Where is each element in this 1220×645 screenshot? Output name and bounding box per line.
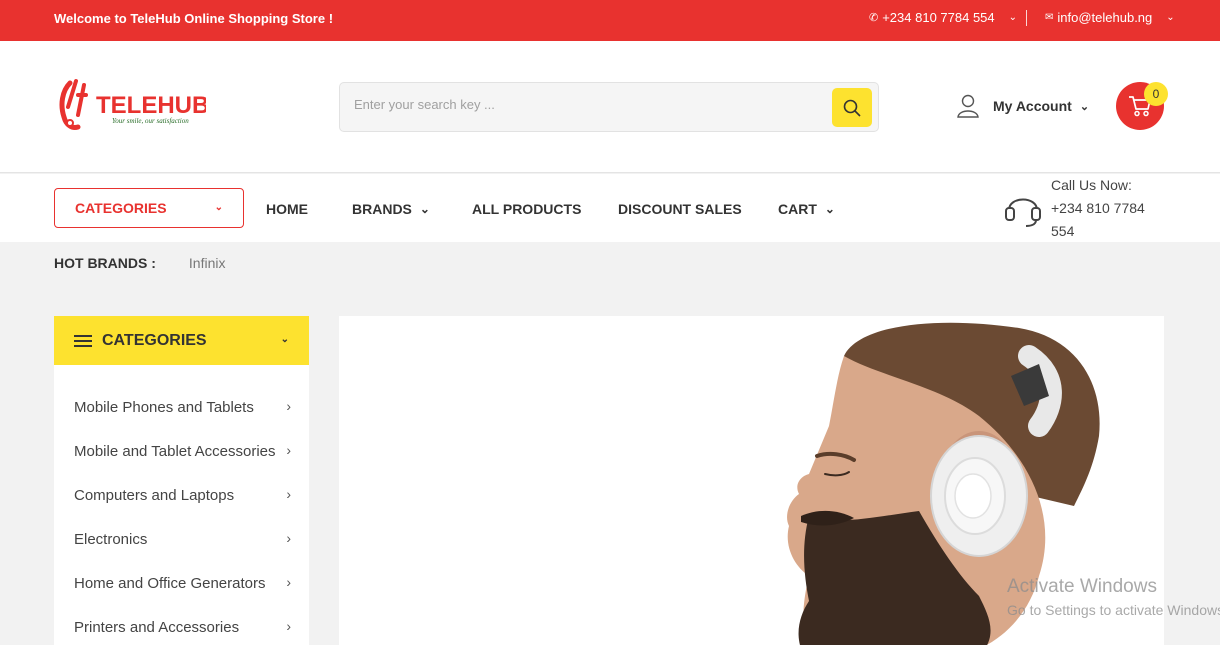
chevron-down-icon: ⌄ — [214, 202, 223, 213]
category-label: Computers and Laptops — [74, 486, 235, 504]
categories-dropdown-label: CATEGORIES — [75, 200, 167, 216]
chevron-down-icon: ⌄ — [280, 334, 289, 345]
email-address: info@telehub.ng — [1057, 10, 1153, 25]
category-item[interactable]: Electronics › — [54, 517, 309, 561]
top-bar: Welcome to TeleHub Online Shopping Store… — [0, 0, 1220, 41]
sidebar-header[interactable]: CATEGORIES ⌄ — [54, 316, 309, 365]
nav-cart-label: CART — [778, 201, 817, 217]
nav-all-products[interactable]: ALL PRODUCTS — [472, 201, 581, 217]
menu-icon — [74, 334, 92, 347]
chevron-right-icon: › — [286, 618, 291, 634]
category-label: Mobile and Tablet Accessories — [74, 442, 276, 460]
nav-discount-sales[interactable]: DISCOUNT SALES — [618, 201, 742, 217]
header: TELEHUB Your smile, our satisfaction My … — [0, 41, 1220, 173]
phone-icon: ✆ — [869, 12, 879, 24]
nav-brands-label: BRANDS — [352, 201, 412, 217]
user-icon — [957, 94, 979, 118]
nav-all-products-label: ALL PRODUCTS — [472, 201, 582, 217]
call-us-label: Call Us Now: — [1051, 177, 1132, 193]
categories-sidebar: CATEGORIES ⌄ Mobile Phones and Tablets › … — [54, 316, 309, 645]
chevron-right-icon: › — [286, 530, 291, 546]
category-item[interactable]: Mobile and Tablet Accessories › — [54, 429, 309, 473]
call-us-number[interactable]: +234 810 7784 554 — [1051, 197, 1161, 243]
logo-tagline: Your smile, our satisfaction — [112, 117, 189, 125]
chevron-down-icon: ⌄ — [1008, 12, 1018, 23]
nav-home-label: HOME — [266, 201, 308, 217]
divider — [1026, 10, 1027, 26]
category-item[interactable]: Mobile Phones and Tablets › — [54, 385, 309, 429]
search-bar — [339, 82, 879, 132]
chevron-right-icon: › — [286, 574, 291, 590]
hot-brands-label: HOT BRANDS : — [54, 255, 156, 271]
welcome-text: Welcome to TeleHub Online Shopping Store… — [54, 11, 334, 26]
search-button[interactable] — [832, 88, 872, 127]
chevron-down-icon: ⌄ — [1166, 12, 1175, 23]
phone-dropdown[interactable]: ✆ +234 810 7784 554 ⌄ — [869, 10, 1017, 25]
categories-dropdown[interactable]: CATEGORIES ⌄ — [54, 188, 244, 228]
logo-text: TELEHUB — [96, 92, 206, 119]
category-label: Printers and Accessories — [74, 618, 240, 636]
search-input[interactable] — [354, 97, 814, 112]
category-item[interactable]: Home and Office Generators › — [54, 561, 309, 605]
hot-brands: HOT BRANDS : Infinix — [54, 255, 225, 271]
main-nav: CATEGORIES ⌄ HOME BRANDS ⌄ ALL PRODUCTS … — [0, 174, 1220, 242]
activate-windows-watermark: Activate Windows Go to Settings to activ… — [1007, 576, 1220, 618]
category-label: Electronics — [74, 530, 148, 548]
nav-cart[interactable]: CART ⌄ — [778, 201, 835, 217]
headset-icon — [1005, 198, 1041, 227]
chevron-down-icon: ⌄ — [1079, 100, 1090, 113]
chevron-right-icon: › — [286, 486, 291, 502]
category-label: Mobile Phones and Tablets — [74, 398, 254, 416]
chevron-right-icon: › — [286, 398, 291, 414]
category-item[interactable]: Computers and Laptops › — [54, 473, 309, 517]
category-item[interactable]: Printers and Accessories › — [54, 605, 309, 645]
call-us-text: Call Us Now: +234 810 7784 554 — [1051, 174, 1161, 243]
watermark-subtitle: Go to Settings to activate Windows. — [1007, 602, 1220, 618]
chevron-down-icon: ⌄ — [419, 202, 430, 216]
category-label: Home and Office Generators — [74, 574, 266, 592]
cart-count-badge: 0 — [1144, 82, 1168, 106]
nav-home[interactable]: HOME — [266, 201, 308, 217]
brand-link[interactable]: Infinix — [189, 255, 226, 271]
my-account-dropdown[interactable]: My Account ⌄ — [957, 94, 1089, 118]
category-list: Mobile Phones and Tablets › Mobile and Ta… — [54, 365, 309, 645]
nav-brands[interactable]: BRANDS ⌄ — [352, 201, 430, 217]
watermark-title: Activate Windows — [1007, 576, 1157, 597]
sidebar-title: CATEGORIES — [102, 331, 207, 349]
mail-icon: ✉ — [1045, 12, 1054, 23]
chevron-down-icon: ⌄ — [824, 202, 835, 216]
search-icon — [843, 99, 861, 117]
phone-number: +234 810 7784 554 — [882, 10, 995, 25]
email-dropdown[interactable]: ✉ info@telehub.ng ⌄ — [1045, 10, 1175, 25]
account-label: My Account — [993, 98, 1072, 114]
chevron-right-icon: › — [286, 442, 291, 458]
telehub-logo[interactable]: TELEHUB Your smile, our satisfaction — [56, 77, 209, 137]
nav-discount-sales-label: DISCOUNT SALES — [618, 201, 742, 217]
